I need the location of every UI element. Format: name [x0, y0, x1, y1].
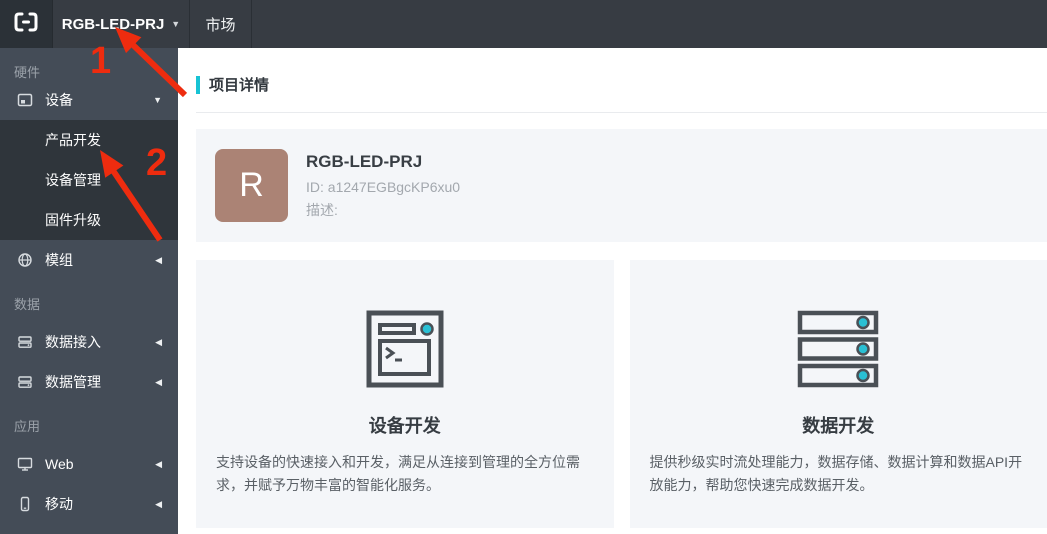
terminal-icon	[196, 310, 614, 388]
sidebar-section-hardware: 硬件	[14, 65, 41, 80]
app-window: RGB-LED-PRJ ▼ 市场 硬件 设备 ▼ 产品开发 设备管理 固件升级	[0, 0, 1047, 534]
project-info: RGB-LED-PRJ ID: a1247EGBgcKP6xu0 描述:	[306, 152, 460, 220]
topbar-item-market[interactable]: 市场	[190, 0, 252, 48]
server-stack-icon	[630, 310, 1047, 388]
sidebar-item-label: 模组	[45, 252, 73, 268]
sidebar-item-data-mgmt[interactable]: 数据管理 ◀	[0, 362, 178, 402]
sidebar-item-mobile[interactable]: 移动 ◀	[0, 484, 178, 524]
device-development-card[interactable]: 设备开发 支持设备的快速接入和开发，满足从连接到管理的全方位需求，并赋予万物丰富…	[196, 260, 614, 528]
chevron-down-icon: ▼	[171, 18, 181, 29]
brackets-logo-icon	[12, 11, 40, 38]
chevron-left-icon: ◀	[155, 376, 162, 387]
page-title: 项目详情	[209, 77, 270, 94]
project-selector-dropdown[interactable]: RGB-LED-PRJ ▼	[53, 0, 190, 48]
database-icon	[17, 334, 33, 350]
chevron-left-icon: ◀	[155, 336, 162, 347]
card-description: 提供秒级实时流处理能力，数据存储、数据计算和数据API开放能力，帮助您快速完成数…	[649, 454, 1023, 493]
project-id: ID: a1247EGBgcKP6xu0	[306, 178, 461, 195]
sidebar-item-label: 设备	[45, 92, 73, 108]
chevron-down-icon: ▼	[153, 95, 162, 105]
sidebar-item-module[interactable]: 模组 ◀	[0, 240, 178, 280]
sidebar-item-label: 数据接入	[45, 334, 101, 350]
sidebar-section-application: 应用	[14, 419, 41, 434]
sidebar-item-device[interactable]: 设备 ▼	[0, 80, 178, 120]
main-content: 项目详情 R RGB-LED-PRJ ID: a1247EGBgcKP6xu0 …	[178, 48, 1047, 534]
platform-logo[interactable]	[0, 0, 53, 48]
device-icon	[17, 92, 33, 108]
chevron-left-icon: ◀	[155, 458, 162, 469]
sidebar-item-label: Web	[45, 456, 74, 472]
card-title: 数据开发	[802, 416, 875, 436]
web-monitor-icon	[17, 456, 33, 472]
development-cards-row: 设备开发 支持设备的快速接入和开发，满足从连接到管理的全方位需求，并赋予万物丰富…	[196, 260, 1047, 528]
project-selector-label: RGB-LED-PRJ	[61, 15, 165, 33]
header-divider	[196, 112, 1047, 113]
sidebar-subitem-device-mgmt[interactable]: 设备管理	[0, 160, 178, 200]
chevron-left-icon: ◀	[155, 498, 162, 509]
project-name: RGB-LED-PRJ	[306, 151, 423, 171]
sidebar-item-label: 移动	[45, 496, 73, 512]
data-development-card[interactable]: 数据开发 提供秒级实时流处理能力，数据存储、数据计算和数据API开放能力，帮助您…	[629, 260, 1047, 528]
project-summary-card: R RGB-LED-PRJ ID: a1247EGBgcKP6xu0 描述:	[196, 129, 1047, 242]
sidebar-item-web[interactable]: Web ◀	[0, 444, 178, 484]
chevron-left-icon: ◀	[155, 254, 162, 265]
sidebar: 硬件 设备 ▼ 产品开发 设备管理 固件升级 模组 ◀ 数据 数据接入 ◀ 数据…	[0, 48, 178, 534]
sidebar-item-data-access[interactable]: 数据接入 ◀	[0, 322, 178, 362]
project-description-label: 描述:	[306, 201, 338, 218]
sidebar-item-label: 数据管理	[45, 374, 101, 390]
market-label: 市场	[205, 16, 236, 34]
database-icon	[17, 374, 33, 390]
project-avatar: R	[215, 149, 288, 222]
module-icon	[17, 252, 33, 268]
sidebar-section-data: 数据	[14, 297, 41, 312]
sidebar-subitem-firmware-upgrade[interactable]: 固件升级	[0, 200, 178, 240]
title-accent-bar	[196, 75, 200, 94]
card-title: 设备开发	[368, 416, 441, 436]
sidebar-subitem-product-dev[interactable]: 产品开发	[0, 120, 178, 160]
device-submenu: 产品开发 设备管理 固件升级	[0, 120, 178, 240]
page-header: 项目详情	[196, 74, 1047, 95]
card-description: 支持设备的快速接入和开发，满足从连接到管理的全方位需求，并赋予万物丰富的智能化服…	[216, 454, 580, 493]
mobile-icon	[17, 496, 33, 512]
topbar: RGB-LED-PRJ ▼ 市场	[0, 0, 1047, 48]
